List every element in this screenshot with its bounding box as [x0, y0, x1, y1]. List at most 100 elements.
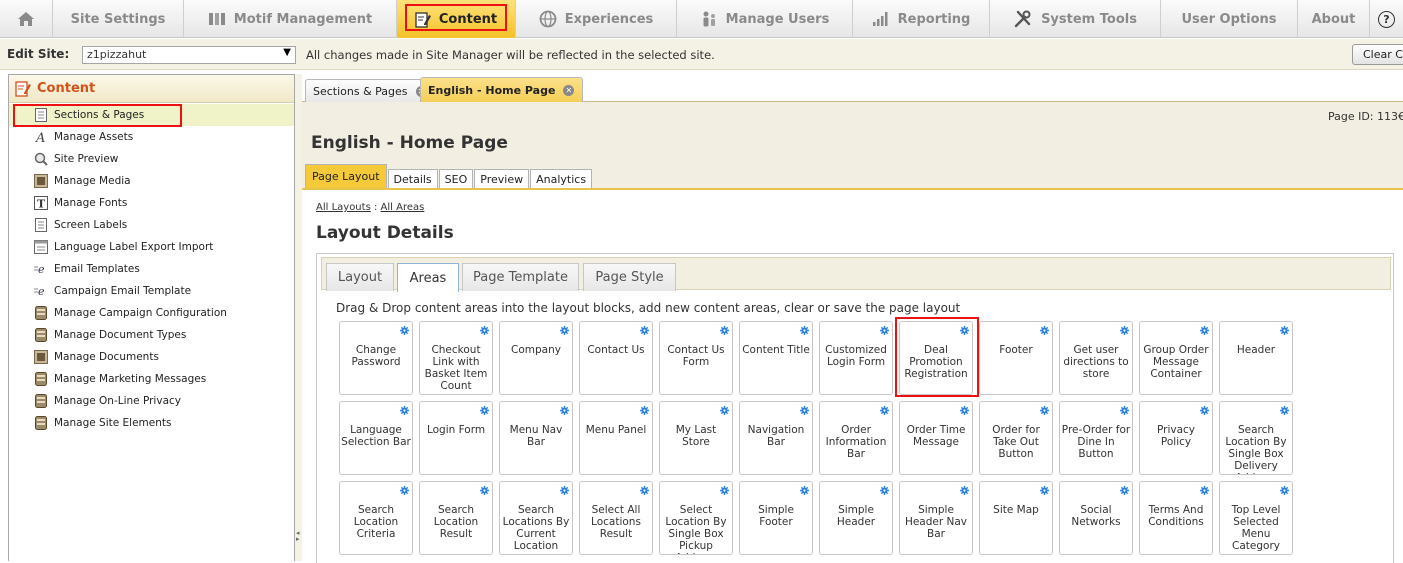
sidebar-item-email-templates[interactable]: e Email Templates	[9, 258, 294, 280]
subtab-page-layout[interactable]: Page Layout	[305, 164, 387, 188]
gear-icon[interactable]	[1040, 485, 1049, 495]
gear-icon[interactable]	[1040, 405, 1049, 415]
sidebar-item-sections-pages[interactable]: Sections & Pages	[9, 104, 294, 127]
content-area-tile[interactable]: Checkout Link with Basket Item Count	[419, 321, 493, 395]
content-area-tile[interactable]: Menu Nav Bar	[499, 401, 573, 475]
content-area-tile[interactable]: Top Level Selected Menu Category	[1219, 481, 1293, 555]
area-tab-page-template[interactable]: Page Template	[462, 263, 579, 291]
gear-icon[interactable]	[1280, 325, 1289, 335]
gear-icon[interactable]	[1200, 405, 1209, 415]
gear-icon[interactable]	[800, 405, 809, 415]
content-area-tile[interactable]: Order for Take Out Button	[979, 401, 1053, 475]
sidebar-item-manage-marketing-messages[interactable]: Manage Marketing Messages	[9, 368, 294, 390]
gear-icon[interactable]	[1200, 325, 1209, 335]
sidebar-item-manage-on-line-privacy[interactable]: Manage On-Line Privacy	[9, 390, 294, 412]
gear-icon[interactable]	[560, 405, 569, 415]
content-area-tile[interactable]: Privacy Policy	[1139, 401, 1213, 475]
content-area-tile[interactable]: Language Selection Bar	[339, 401, 413, 475]
gear-icon[interactable]	[880, 405, 889, 415]
content-area-tile[interactable]: Search Location Result	[419, 481, 493, 555]
nav-reporting[interactable]: Reporting	[853, 0, 990, 38]
gear-icon[interactable]	[480, 325, 489, 335]
gear-icon[interactable]	[800, 485, 809, 495]
nav-user-options[interactable]: User Options	[1161, 0, 1298, 38]
gear-icon[interactable]	[480, 405, 489, 415]
gear-icon[interactable]	[720, 325, 729, 335]
gear-icon[interactable]	[720, 485, 729, 495]
gear-icon[interactable]	[400, 485, 409, 495]
gear-icon[interactable]	[1120, 485, 1129, 495]
content-area-tile[interactable]: Customized Login Form	[819, 321, 893, 395]
nav-experiences[interactable]: Experiences	[516, 0, 677, 38]
content-area-tile[interactable]: Content Title	[739, 321, 813, 395]
nav-home[interactable]	[0, 0, 53, 38]
gear-icon[interactable]	[1040, 325, 1049, 335]
content-area-tile[interactable]: My Last Store	[659, 401, 733, 475]
nav-site-settings[interactable]: Site Settings	[53, 0, 184, 38]
gear-icon[interactable]	[960, 405, 969, 415]
content-area-tile[interactable]: Company	[499, 321, 573, 395]
gear-icon[interactable]	[800, 325, 809, 335]
content-area-tile[interactable]: Simple Footer	[739, 481, 813, 555]
content-area-tile[interactable]: Menu Panel	[579, 401, 653, 475]
area-tab-layout[interactable]: Layout	[326, 263, 394, 291]
nav-manage-users[interactable]: Manage Users	[677, 0, 853, 38]
sidebar-item-manage-documents[interactable]: Manage Documents	[9, 346, 294, 368]
gear-icon[interactable]	[560, 485, 569, 495]
gear-icon[interactable]	[880, 325, 889, 335]
close-tab-icon[interactable]: ✕	[563, 84, 575, 96]
site-select[interactable]: z1pizzahut ▼	[82, 46, 296, 64]
nav-motif-management[interactable]: Motif Management	[184, 0, 397, 38]
nav-about[interactable]: About	[1298, 0, 1370, 38]
panel-splitter[interactable]: ◂ ▸	[295, 74, 302, 561]
subtab-details[interactable]: Details	[387, 169, 438, 188]
gear-icon[interactable]	[880, 485, 889, 495]
sidebar-item-screen-labels[interactable]: Screen Labels	[9, 214, 294, 236]
sidebar-item-manage-fonts[interactable]: T Manage Fonts	[9, 192, 294, 214]
content-area-tile[interactable]: Group Order Message Container	[1139, 321, 1213, 395]
gear-icon[interactable]	[1200, 485, 1209, 495]
gear-icon[interactable]	[640, 325, 649, 335]
content-area-tile[interactable]: Deal Promotion Registration	[895, 317, 979, 397]
sidebar-item-site-preview[interactable]: Site Preview	[9, 148, 294, 170]
content-area-tile[interactable]: Terms And Conditions	[1139, 481, 1213, 555]
content-area-tile[interactable]: Footer	[979, 321, 1053, 395]
sidebar-item-manage-document-types[interactable]: Manage Document Types	[9, 324, 294, 346]
content-area-tile[interactable]: Header	[1219, 321, 1293, 395]
tab-english-home-page[interactable]: English - Home Page ✕	[420, 77, 584, 102]
gear-icon[interactable]	[400, 405, 409, 415]
content-area-tile[interactable]: Change Password	[339, 321, 413, 395]
subtab-seo[interactable]: SEO	[438, 169, 474, 188]
area-tab-page-style[interactable]: Page Style	[583, 263, 676, 291]
content-area-tile[interactable]: Login Form	[419, 401, 493, 475]
sidebar-item-manage-campaign-configuration[interactable]: Manage Campaign Configuration	[9, 302, 294, 324]
gear-icon[interactable]	[1280, 405, 1289, 415]
content-area-tile[interactable]: Order Information Bar	[819, 401, 893, 475]
sidebar-item-language-label-export-import[interactable]: Language Label Export Import	[9, 236, 294, 258]
sidebar-item-manage-media[interactable]: Manage Media	[9, 170, 294, 192]
content-area-tile[interactable]: Contact Us	[579, 321, 653, 395]
subtab-analytics[interactable]: Analytics	[530, 169, 593, 188]
content-area-tile[interactable]: Pre-Order for Dine In Button	[1059, 401, 1133, 475]
gear-icon[interactable]	[1120, 405, 1129, 415]
content-area-tile[interactable]: Search Locations By Current Location	[499, 481, 573, 555]
content-area-tile[interactable]: Select All Locations Result	[579, 481, 653, 555]
content-area-tile[interactable]: Site Map	[979, 481, 1053, 555]
gear-icon[interactable]	[960, 485, 969, 495]
content-area-tile[interactable]: Order Time Message	[899, 401, 973, 475]
clear-cache-button[interactable]: Clear Ca	[1352, 44, 1403, 65]
content-area-tile[interactable]: Simple Header	[819, 481, 893, 555]
nav-help[interactable]: ?	[1370, 0, 1403, 38]
gear-icon[interactable]	[640, 485, 649, 495]
tab-sections-pages[interactable]: Sections & Pages ✕	[305, 79, 436, 102]
gear-icon[interactable]	[560, 325, 569, 335]
content-area-tile[interactable]: Contact Us Form	[659, 321, 733, 395]
gear-icon[interactable]	[720, 405, 729, 415]
gear-icon[interactable]	[400, 325, 409, 335]
nav-content[interactable]: Content	[397, 0, 516, 38]
content-area-tile[interactable]: Social Networks	[1059, 481, 1133, 555]
gear-icon[interactable]	[1280, 485, 1289, 495]
content-area-tile[interactable]: Get user directions to store	[1059, 321, 1133, 395]
breadcrumb-all-areas[interactable]: All Areas	[381, 202, 425, 213]
content-area-tile[interactable]: Navigation Bar	[739, 401, 813, 475]
